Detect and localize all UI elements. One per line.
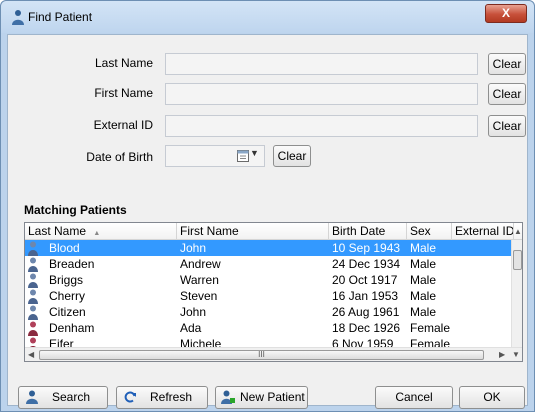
find-patient-window: Find Patient X Last Name Clear First Nam… (0, 0, 535, 412)
cell-last-name: Denham (49, 321, 95, 335)
first-name-label: First Name (94, 86, 153, 100)
external-id-input[interactable] (165, 115, 478, 137)
new-patient-button[interactable]: New Patient (215, 386, 308, 409)
patients-table[interactable]: Last Name ▲ First Name Birth Date Sex Ex… (24, 222, 523, 362)
person-female-icon (30, 337, 36, 347)
horizontal-scrollbar[interactable]: ◀ III ▶ ▼ (25, 347, 522, 361)
cancel-button[interactable]: Cancel (375, 386, 453, 409)
scroll-grip: III (258, 350, 265, 359)
column-header-external-id[interactable]: External ID (452, 223, 514, 240)
new-patient-button-label: New Patient (240, 390, 305, 404)
cell-sex: Male (410, 257, 437, 271)
table-row[interactable]: Cherry Steven 16 Jan 1953 Male (25, 288, 511, 304)
cell-birth-date: 24 Dec 1934 (332, 257, 401, 271)
dob-label: Date of Birth (86, 150, 153, 164)
refresh-button[interactable]: Refresh (116, 386, 208, 409)
scroll-right-icon[interactable]: ▶ (499, 350, 505, 359)
calendar-icon[interactable] (237, 149, 249, 162)
chevron-down-icon[interactable]: ▼ (250, 148, 259, 158)
column-header-label: Last Name (28, 224, 87, 238)
table-row[interactable]: Blood John 10 Sep 1943 Male (25, 240, 511, 256)
person-male-icon (28, 289, 38, 304)
person-female-icon (28, 321, 38, 336)
person-icon (12, 10, 24, 25)
cell-birth-date: 20 Oct 1917 (332, 273, 398, 287)
clear-external-id-button[interactable]: Clear (488, 115, 526, 137)
table-row[interactable]: Citizen John 26 Aug 1961 Male (25, 304, 511, 320)
cell-birth-date: 10 Sep 1943 (332, 241, 401, 255)
sort-ascending-icon: ▲ (93, 230, 101, 237)
person-male-icon (28, 273, 38, 288)
cell-first-name: John (180, 241, 207, 255)
person-male-icon (28, 257, 38, 272)
table-row[interactable]: Breaden Andrew 24 Dec 1934 Male (25, 256, 511, 272)
cell-birth-date: 26 Aug 1961 (332, 305, 400, 319)
title-bar[interactable]: Find Patient X (1, 1, 534, 33)
cell-sex: Male (410, 273, 437, 287)
scroll-left-icon[interactable]: ◀ (28, 350, 34, 359)
cell-first-name: Michele (180, 337, 222, 347)
cell-last-name: Eifer (49, 337, 74, 347)
search-button-label: Search (52, 390, 91, 404)
cell-sex: Female (410, 337, 451, 347)
ok-button[interactable]: OK (459, 386, 525, 409)
column-header-first-name[interactable]: First Name (177, 223, 329, 240)
clear-dob-button[interactable]: Clear (273, 145, 311, 167)
cell-last-name: Breaden (49, 257, 95, 271)
last-name-input[interactable] (165, 53, 478, 75)
cell-sex: Male (410, 305, 437, 319)
first-name-input[interactable] (165, 83, 478, 105)
window-title: Find Patient (28, 10, 93, 24)
scroll-down-icon[interactable]: ▼ (512, 350, 520, 359)
cell-first-name: John (180, 305, 207, 319)
table-header: Last Name ▲ First Name Birth Date Sex Ex… (25, 223, 522, 240)
horizontal-scroll-thumb[interactable]: III (39, 350, 484, 360)
cell-last-name: Briggs (49, 273, 84, 287)
person-icon (26, 390, 38, 404)
cell-first-name: Steven (180, 289, 218, 303)
table-row[interactable]: Eifer Michele 6 Nov 1959 Female (25, 336, 511, 347)
table-row[interactable]: Denham Ada 18 Dec 1926 Female (25, 320, 511, 336)
vertical-scrollbar[interactable] (511, 240, 522, 347)
cell-last-name: Cherry (49, 289, 86, 303)
cell-birth-date: 6 Nov 1959 (332, 337, 394, 347)
column-header-sex[interactable]: Sex (407, 223, 452, 240)
refresh-button-label: Refresh (150, 390, 193, 404)
column-header-birth-date[interactable]: Birth Date (329, 223, 407, 240)
scroll-up-icon[interactable]: ▲ (514, 227, 522, 236)
cell-sex: Male (410, 289, 437, 303)
cell-first-name: Ada (180, 321, 202, 335)
external-id-label: External ID (93, 118, 153, 132)
close-button[interactable]: X (485, 4, 527, 23)
cell-first-name: Andrew (180, 257, 221, 271)
clear-last-name-button[interactable]: Clear (488, 53, 526, 75)
clear-first-name-button[interactable]: Clear (488, 83, 526, 105)
cell-birth-date: 16 Jan 1953 (332, 289, 399, 303)
search-button[interactable]: Search (18, 386, 108, 409)
matching-patients-title: Matching Patients (24, 203, 127, 217)
dialog-body: Last Name Clear First Name Clear Externa… (7, 34, 528, 409)
add-person-icon (221, 390, 235, 404)
cell-last-name: Blood (49, 241, 80, 255)
refresh-icon (124, 391, 136, 403)
last-name-label: Last Name (94, 56, 153, 70)
cell-last-name: Citizen (49, 305, 86, 319)
cell-birth-date: 18 Dec 1926 (332, 321, 401, 335)
vertical-scroll-thumb[interactable] (513, 250, 522, 270)
table-row[interactable]: Briggs Warren 20 Oct 1917 Male (25, 272, 511, 288)
cell-sex: Male (410, 241, 437, 255)
person-male-icon (28, 241, 38, 256)
cell-sex: Female (410, 321, 451, 335)
cell-first-name: Warren (180, 273, 219, 287)
person-male-icon (28, 305, 38, 320)
column-header-last-name[interactable]: Last Name ▲ (25, 223, 177, 240)
